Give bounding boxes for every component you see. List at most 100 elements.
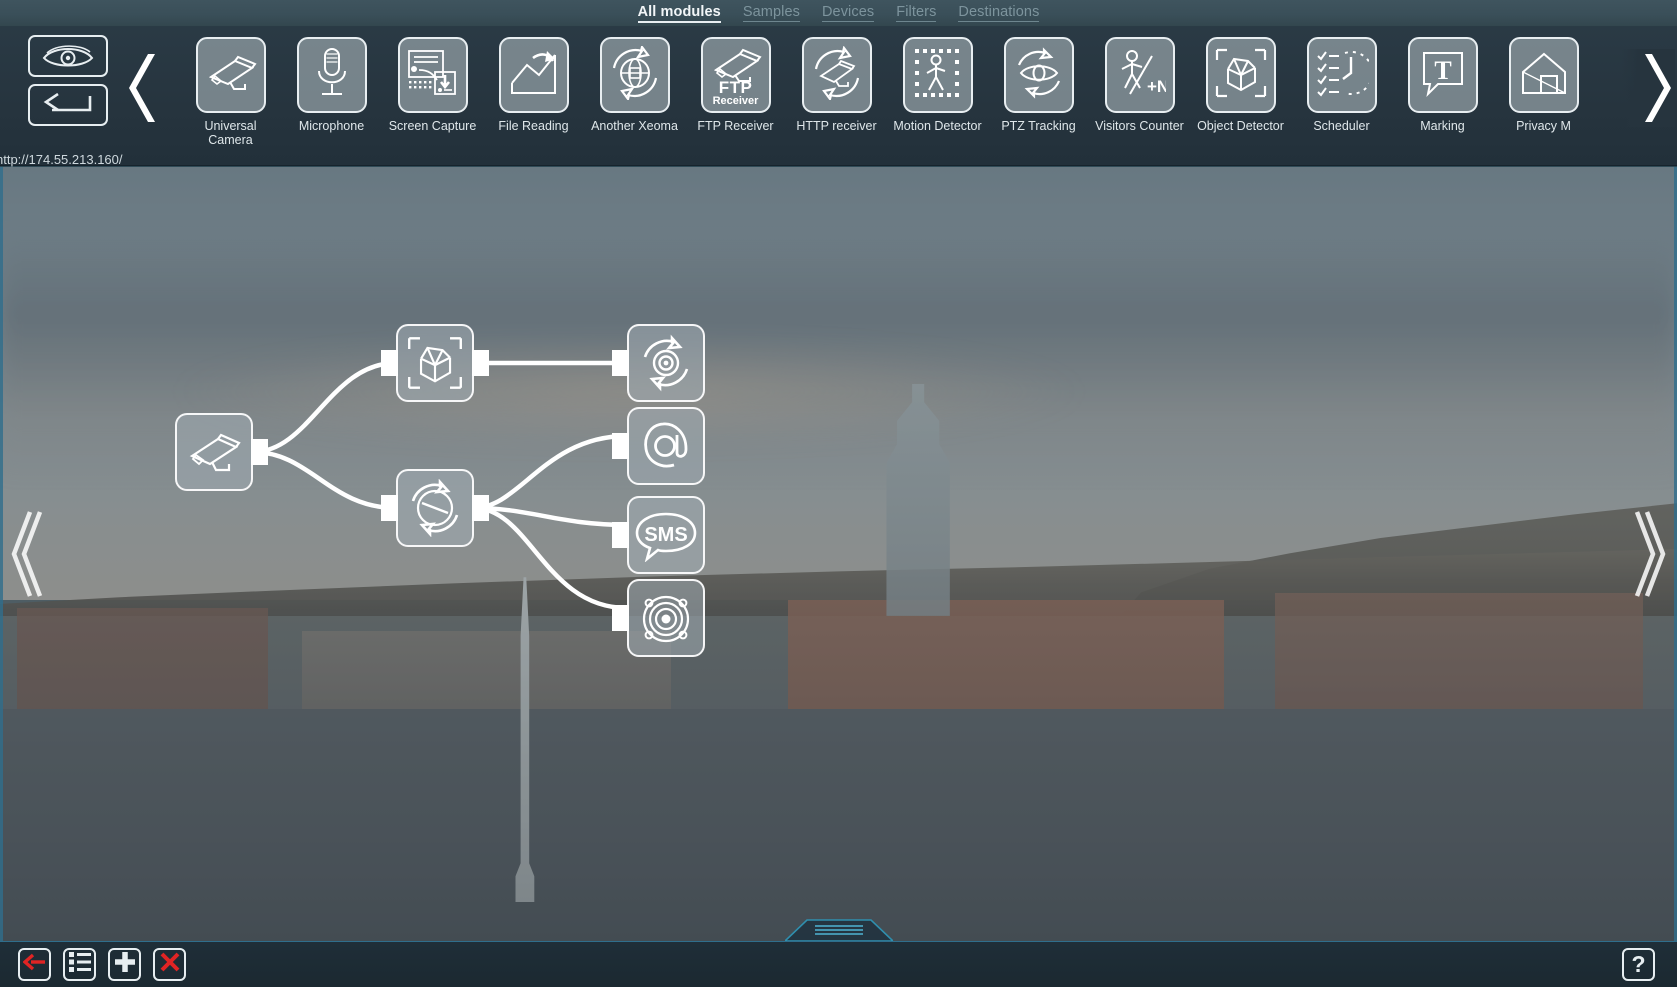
chevron-left-icon — [129, 54, 155, 122]
xeoma-main-window: All modules Samples Devices Filters Dest… — [0, 0, 1677, 987]
module-ftp-receiver[interactable]: FTP Receiver FTP Receiver — [685, 33, 786, 133]
module-scheduler[interactable]: Scheduler — [1291, 33, 1392, 133]
module-tile[interactable] — [296, 37, 367, 113]
privacy-mask-icon — [1519, 48, 1569, 103]
link-camera-to-object-detector — [252, 360, 397, 455]
module-privacy-mask[interactable]: Privacy M — [1493, 33, 1594, 133]
camera-url-label: http://174.55.213.160/ — [0, 152, 123, 167]
toolbar-scroll-left-button[interactable] — [126, 49, 164, 127]
double-chevron-left-icon — [11, 511, 43, 597]
list-button[interactable] — [63, 948, 96, 981]
scheduler-icon — [1315, 47, 1373, 104]
module-label: Universal Camera — [204, 119, 257, 147]
module-tile[interactable]: FTP Receiver — [700, 37, 771, 113]
return-arrow-icon — [40, 93, 96, 117]
link-camera-to-scheduler — [252, 449, 397, 511]
cctv-camera-icon — [205, 51, 257, 100]
stage-prev-button[interactable] — [8, 506, 48, 602]
red-cross-icon — [160, 952, 180, 977]
help-button-label: ? — [1631, 951, 1646, 977]
plus-icon — [114, 951, 136, 978]
tab-devices[interactable]: Devices — [821, 4, 875, 22]
module-screen-capture[interactable]: Screen Capture — [382, 33, 483, 133]
microphone-icon — [312, 46, 352, 105]
link-scheduler-to-email — [473, 433, 628, 511]
bottom-toolbar-actions — [0, 948, 186, 981]
module-http-receiver[interactable]: HTTP receiver — [786, 33, 887, 133]
marking-icon: T — [1418, 48, 1468, 103]
module-motion-detector[interactable]: Motion Detector — [887, 33, 988, 133]
bottom-toolbar: ? — [0, 941, 1677, 987]
visitors-counter-icon: +N — [1114, 46, 1169, 105]
ftp-text-line2: Receiver — [712, 95, 759, 107]
module-microphone[interactable]: Microphone — [281, 33, 382, 133]
ptz-tracking-icon — [1011, 46, 1067, 105]
delete-button[interactable] — [153, 948, 186, 981]
red-left-arrow-icon — [21, 953, 47, 976]
help-button[interactable]: ? — [1622, 948, 1655, 981]
module-label: Marking — [1420, 119, 1465, 133]
camera-preview-stage[interactable]: SMS — [0, 166, 1677, 941]
module-tile[interactable] — [1205, 37, 1276, 113]
tab-filters[interactable]: Filters — [896, 4, 937, 22]
tab-samples[interactable]: Samples — [742, 4, 800, 22]
ftp-text-line1: FTP — [718, 78, 753, 97]
module-label: Motion Detector — [893, 119, 982, 133]
module-tile[interactable] — [397, 37, 468, 113]
eye-icon — [41, 43, 95, 69]
module-label: Microphone — [298, 119, 365, 133]
list-icon — [68, 952, 91, 977]
object-detector-icon — [1214, 47, 1268, 104]
back-return-button[interactable] — [28, 84, 108, 126]
module-label: HTTP receiver — [796, 119, 877, 133]
module-visitors-counter[interactable]: +N Visitors Counter — [1089, 33, 1190, 133]
module-file-reading[interactable]: File Reading — [483, 33, 584, 133]
back-button[interactable] — [18, 948, 51, 981]
file-reading-icon — [509, 49, 559, 102]
preview-eye-button[interactable] — [28, 35, 108, 77]
module-universal-camera[interactable]: Universal Camera — [180, 33, 281, 147]
module-tile[interactable] — [1003, 37, 1074, 113]
module-tile[interactable] — [1508, 37, 1579, 113]
module-category-tabbar: All modules Samples Devices Filters Dest… — [0, 0, 1677, 27]
svg-text:T: T — [1434, 56, 1451, 85]
double-chevron-right-icon — [1634, 511, 1666, 597]
module-ptz-tracking[interactable]: PTZ Tracking — [988, 33, 1089, 133]
module-object-detector[interactable]: Object Detector — [1190, 33, 1291, 133]
toolbar-left-controls — [28, 35, 110, 133]
motion-detector-icon — [912, 46, 964, 105]
module-label: Screen Capture — [388, 119, 477, 133]
module-tile[interactable] — [599, 37, 670, 113]
module-tile[interactable]: T — [1407, 37, 1478, 113]
module-list: Universal Camera Microphone Screen Captu… — [180, 33, 1637, 165]
svg-text:+N: +N — [1147, 77, 1166, 96]
module-tile[interactable] — [1306, 37, 1377, 113]
module-tile[interactable] — [801, 37, 872, 113]
chevron-right-icon — [1645, 54, 1671, 122]
module-tile[interactable]: +N — [1104, 37, 1175, 113]
module-chain-links — [252, 360, 628, 611]
module-label: Scheduler — [1313, 119, 1370, 133]
tab-destinations[interactable]: Destinations — [958, 4, 1040, 22]
module-label: Privacy M — [1516, 119, 1571, 133]
module-another-xeoma[interactable]: Another Xeoma — [584, 33, 685, 133]
module-label: PTZ Tracking — [1001, 119, 1076, 133]
tab-all-modules[interactable]: All modules — [637, 4, 721, 23]
module-label: Another Xeoma — [591, 119, 678, 133]
module-tile[interactable] — [498, 37, 569, 113]
ftp-tile-text: FTP Receiver — [703, 79, 769, 107]
toolbar-scroll-right-button[interactable] — [1621, 49, 1675, 127]
timeline-handle[interactable] — [783, 918, 894, 941]
another-xeoma-icon — [608, 43, 662, 105]
module-marking[interactable]: T Marking — [1392, 33, 1493, 133]
add-button[interactable] — [108, 948, 141, 981]
module-tile[interactable] — [902, 37, 973, 113]
http-receiver-icon — [809, 44, 865, 105]
screen-capture-icon — [407, 48, 459, 103]
module-tile[interactable] — [195, 37, 266, 113]
stage-next-button[interactable] — [1629, 506, 1669, 602]
module-label: Visitors Counter — [1095, 119, 1184, 133]
module-label: File Reading — [498, 119, 569, 133]
module-label: Object Detector — [1197, 119, 1284, 133]
module-toolbar: Universal Camera Microphone Screen Captu… — [0, 27, 1677, 165]
